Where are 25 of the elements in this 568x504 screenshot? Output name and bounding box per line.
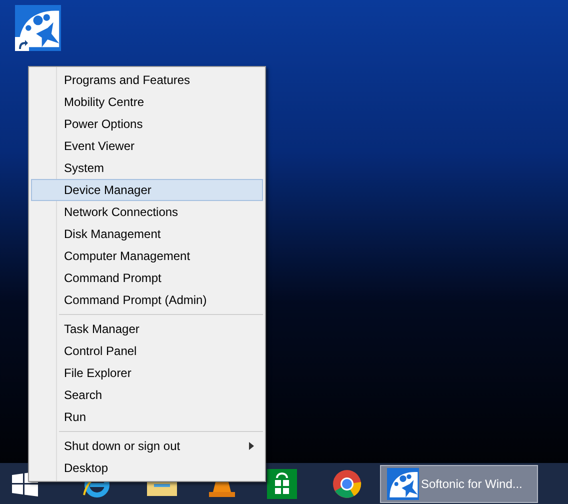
menu-item[interactable]: Command Prompt (Admin) — [31, 289, 263, 311]
taskbar-window-button[interactable]: Softonic for Wind... — [380, 464, 538, 502]
menu-item[interactable]: Event Viewer — [31, 135, 263, 157]
menu-item[interactable]: Run — [31, 406, 263, 428]
app-logo-icon — [387, 468, 419, 500]
menu-item[interactable]: Programs and Features — [31, 69, 263, 91]
menu-item[interactable]: System — [31, 157, 263, 179]
app-logo-icon — [15, 5, 61, 51]
menu-item[interactable]: Search — [31, 384, 263, 406]
menu-item[interactable]: Command Prompt — [31, 267, 263, 289]
menu-item[interactable]: Control Panel — [31, 340, 263, 362]
menu-item[interactable]: Shut down or sign out — [31, 435, 263, 457]
menu-item[interactable]: Disk Management — [31, 223, 263, 245]
menu-item[interactable]: Computer Management — [31, 245, 263, 267]
chrome-browser-icon[interactable] — [332, 468, 362, 498]
menu-item[interactable]: Power Options — [31, 113, 263, 135]
store-bag-icon[interactable] — [267, 468, 297, 498]
menu-item[interactable]: Network Connections — [31, 201, 263, 223]
submenu-arrow-icon — [249, 442, 254, 450]
menu-item[interactable]: File Explorer — [31, 362, 263, 384]
menu-item[interactable]: Task Manager — [31, 318, 263, 340]
desktop-shortcut-icon[interactable] — [15, 5, 63, 51]
menu-item[interactable]: Mobility Centre — [31, 91, 263, 113]
menu-item[interactable]: Device Manager — [31, 179, 263, 201]
menu-item[interactable]: Desktop — [31, 457, 263, 479]
